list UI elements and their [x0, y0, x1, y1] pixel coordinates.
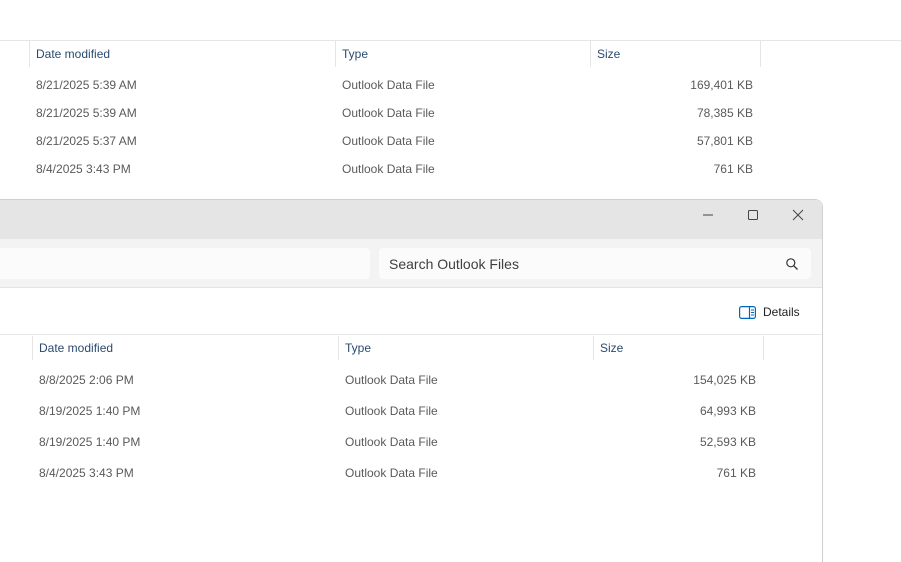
column-header-label: Type — [345, 341, 372, 355]
column-header-date-modified[interactable]: Date modified — [30, 41, 336, 67]
address-bar — [0, 239, 822, 288]
close-button[interactable] — [776, 200, 820, 230]
search-icon[interactable] — [785, 257, 799, 271]
column-header-type[interactable]: Type — [339, 336, 593, 360]
column-separator[interactable] — [763, 336, 764, 360]
type-cell: Outlook Data File — [345, 373, 438, 387]
path-input[interactable] — [0, 248, 370, 279]
type-cell: Outlook Data File — [345, 466, 438, 480]
date-cell: 8/19/2025 1:40 PM — [39, 404, 141, 418]
size-cell: 52,593 KB — [699, 435, 756, 449]
search-input[interactable] — [389, 248, 769, 279]
column-header-label: Date modified — [39, 341, 114, 355]
size-cell: 761 KB — [713, 162, 753, 176]
column-header-label: Type — [342, 47, 369, 61]
column-header-size[interactable]: Size — [594, 336, 763, 360]
date-cell: 8/8/2025 2:06 PM — [39, 373, 134, 387]
size-cell: 761 KB — [716, 466, 756, 480]
size-cell: 154,025 KB — [693, 373, 756, 387]
command-bar: Details — [0, 288, 822, 335]
size-cell: 64,993 KB — [699, 404, 756, 418]
date-cell: 8/4/2025 3:43 PM — [39, 466, 134, 480]
column-header-label: Date modified — [36, 47, 111, 61]
details-button-label: Details — [763, 305, 800, 319]
column-header-type[interactable]: Type — [336, 41, 591, 67]
date-cell: 8/21/2025 5:39 AM — [36, 106, 137, 120]
type-cell: Outlook Data File — [345, 435, 438, 449]
maximize-icon — [748, 210, 758, 220]
size-cell: 169,401 KB — [690, 78, 753, 92]
column-header-date-modified[interactable]: Date modified — [33, 336, 338, 360]
date-cell: 8/19/2025 1:40 PM — [39, 435, 141, 449]
minimize-button[interactable] — [686, 200, 730, 230]
close-icon — [792, 209, 804, 221]
column-header-size[interactable]: Size — [591, 41, 760, 67]
minimize-icon — [703, 214, 713, 216]
type-cell: Outlook Data File — [342, 106, 435, 120]
type-cell: Outlook Data File — [342, 134, 435, 148]
desktop: Date modified Type Size 8/21/2025 5:39 A… — [0, 0, 901, 562]
background-explorer-window: Date modified Type Size 8/21/2025 5:39 A… — [0, 0, 901, 200]
title-bar[interactable] — [0, 200, 822, 239]
size-cell: 57,801 KB — [696, 134, 753, 148]
date-cell: 8/21/2025 5:37 AM — [36, 134, 137, 148]
details-pane-icon — [739, 305, 756, 319]
column-separator[interactable] — [760, 41, 761, 67]
column-header-label: Size — [600, 341, 624, 355]
details-button[interactable]: Details — [735, 301, 804, 323]
date-cell: 8/21/2025 5:39 AM — [36, 78, 137, 92]
foreground-explorer-window: Details Date modified Type Size 8/8/2025… — [0, 199, 823, 562]
type-cell: Outlook Data File — [342, 162, 435, 176]
date-cell: 8/4/2025 3:43 PM — [36, 162, 131, 176]
type-cell: Outlook Data File — [345, 404, 438, 418]
column-separator[interactable] — [29, 41, 30, 67]
column-header-label: Size — [597, 47, 621, 61]
maximize-button[interactable] — [731, 200, 775, 230]
type-cell: Outlook Data File — [342, 78, 435, 92]
size-cell: 78,385 KB — [696, 106, 753, 120]
search-box[interactable] — [379, 248, 811, 279]
